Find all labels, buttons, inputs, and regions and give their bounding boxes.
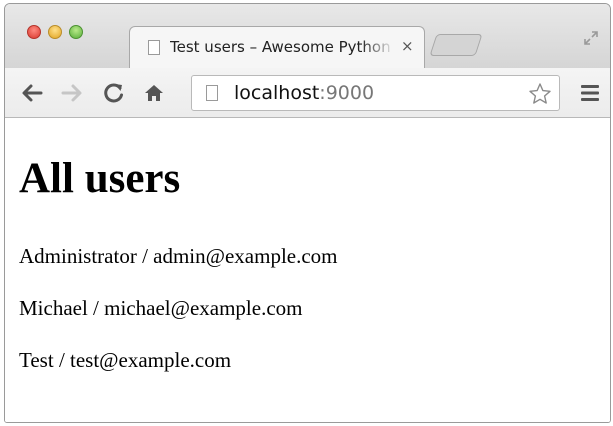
user-list-item: Administrator / admin@example.com bbox=[19, 244, 338, 268]
address-bar[interactable]: localhost:9000 bbox=[191, 75, 560, 111]
page-icon bbox=[148, 40, 160, 55]
user-list-item: Michael / michael@example.com bbox=[19, 296, 303, 320]
browser-window: Test users – Awesome Python × localhost:… bbox=[4, 3, 611, 423]
url-text[interactable]: localhost:9000 bbox=[234, 82, 374, 104]
url-port: :9000 bbox=[319, 82, 375, 104]
title-bar: Test users – Awesome Python × bbox=[5, 4, 610, 68]
menu-icon[interactable] bbox=[580, 83, 600, 103]
tab-title: Test users – Awesome Python bbox=[170, 38, 391, 56]
new-tab-button[interactable] bbox=[429, 34, 483, 56]
close-window-button[interactable] bbox=[27, 25, 41, 39]
user-list-item: Test / test@example.com bbox=[19, 348, 232, 372]
browser-toolbar: localhost:9000 bbox=[5, 68, 610, 118]
bookmark-star-icon[interactable] bbox=[528, 82, 552, 106]
fullscreen-icon[interactable] bbox=[583, 30, 599, 46]
page-icon bbox=[206, 85, 218, 101]
browser-tab[interactable]: Test users – Awesome Python × bbox=[129, 26, 425, 68]
back-arrow-icon[interactable] bbox=[21, 83, 43, 103]
forward-arrow-icon[interactable] bbox=[61, 83, 83, 103]
url-host: localhost bbox=[234, 82, 320, 104]
minimize-window-button[interactable] bbox=[48, 25, 62, 39]
home-icon[interactable] bbox=[143, 82, 165, 104]
reload-icon[interactable] bbox=[103, 82, 125, 104]
tab-close-icon[interactable]: × bbox=[401, 37, 414, 55]
page-title: All users bbox=[19, 155, 181, 202]
page-content: All users Administrator / admin@example.… bbox=[5, 118, 610, 422]
zoom-window-button[interactable] bbox=[69, 25, 83, 39]
